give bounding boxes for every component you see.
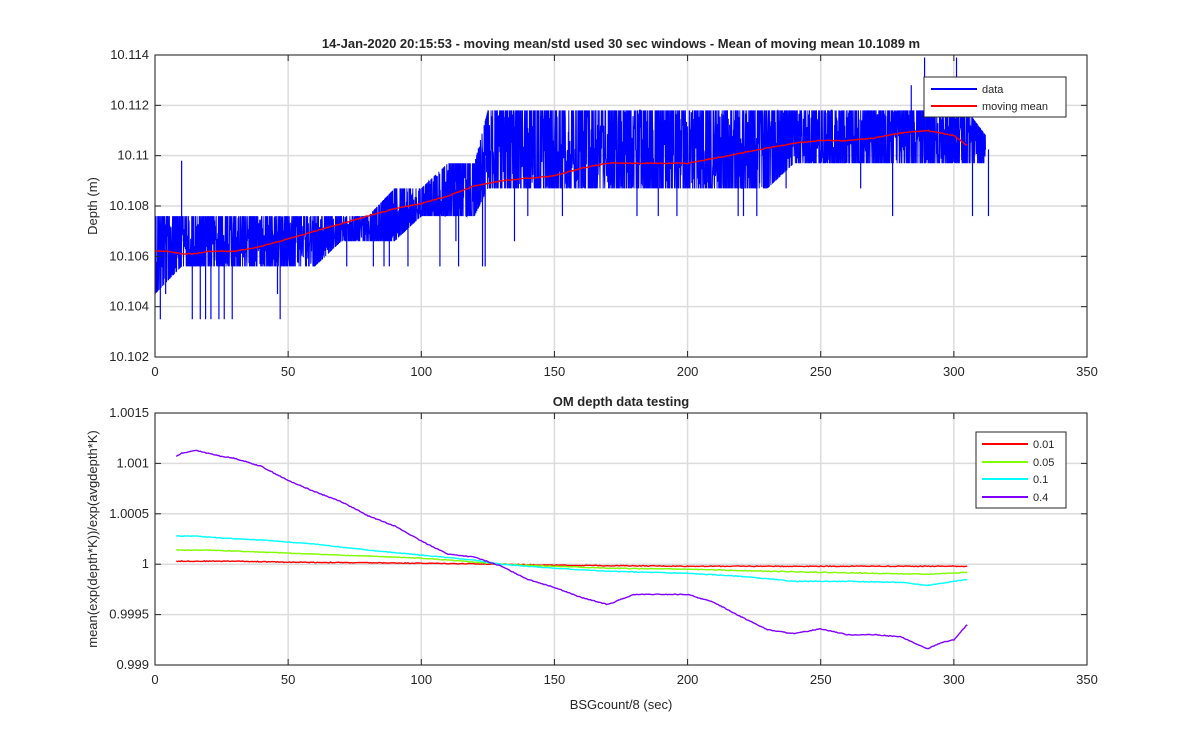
y-tick-label: 10.112 bbox=[110, 97, 149, 112]
y-tick-label: 10.108 bbox=[109, 198, 149, 213]
y-tick-label: 10.11 bbox=[117, 148, 149, 163]
x-tick-label: 300 bbox=[943, 672, 965, 687]
om-y-axis-label: mean(exp(depth*K))/exp(avgdepth*K) bbox=[85, 430, 100, 648]
x-tick-label: 50 bbox=[281, 672, 295, 687]
x-tick-label: 200 bbox=[677, 364, 699, 379]
om-plot-area bbox=[155, 413, 1087, 665]
y-tick-label: 1.001 bbox=[116, 455, 149, 470]
x-tick-label: 200 bbox=[677, 672, 699, 687]
om-legend: 0.01 0.05 0.1 0.4 bbox=[975, 431, 1067, 509]
x-tick-label: 0 bbox=[151, 364, 158, 379]
depth-y-axis-label: Depth (m) bbox=[85, 177, 100, 235]
depth-chart-title: 14-Jan-2020 20:15:53 - moving mean/std u… bbox=[322, 36, 920, 51]
legend-label-0-05: 0.05 bbox=[1033, 457, 1054, 469]
om-test-subplot: 0 50 100 150 200 250 300 350 0.999 0.9995 1 1.0005… bbox=[85, 394, 1098, 712]
x-tick-label: 350 bbox=[1076, 672, 1098, 687]
legend-label-0-4: 0.4 bbox=[1033, 492, 1048, 504]
y-tick-label: 10.106 bbox=[109, 248, 149, 263]
y-tick-label: 1 bbox=[142, 556, 149, 571]
x-tick-label: 250 bbox=[810, 672, 832, 687]
y-tick-label: 10.104 bbox=[109, 299, 149, 314]
y-tick-label: 1.0015 bbox=[109, 405, 149, 420]
legend-label-0-1: 0.1 bbox=[1033, 474, 1048, 486]
x-tick-label: 100 bbox=[410, 672, 432, 687]
depth-subplot: 0 50 100 150 200 250 300 350 10.102 10.104 10.106… bbox=[85, 36, 1098, 379]
y-tick-label: 0.9995 bbox=[109, 607, 149, 622]
y-tick-label: 0.999 bbox=[116, 657, 149, 672]
x-tick-label: 0 bbox=[151, 672, 158, 687]
figure-canvas: 0 50 100 150 200 250 300 350 10.10210.10410.106… bbox=[0, 0, 1200, 750]
legend-label-data: data bbox=[982, 84, 1004, 96]
x-tick-label: 350 bbox=[1076, 364, 1098, 379]
y-tick-label: 1.0005 bbox=[109, 506, 149, 521]
x-tick-label: 150 bbox=[544, 364, 566, 379]
y-tick-label: 10.114 bbox=[110, 47, 149, 62]
x-tick-label: 300 bbox=[943, 364, 965, 379]
depth-legend: data moving mean bbox=[923, 76, 1067, 118]
om-x-axis-label: BSGcount/8 (sec) bbox=[570, 697, 673, 712]
y-tick-label: 10.102 bbox=[109, 349, 149, 364]
x-tick-label: 250 bbox=[810, 364, 832, 379]
legend-label-0-01: 0.01 bbox=[1033, 439, 1054, 451]
x-tick-label: 150 bbox=[544, 672, 566, 687]
x-tick-label: 100 bbox=[410, 364, 432, 379]
legend-label-moving-mean: moving mean bbox=[982, 101, 1048, 113]
x-tick-label: 50 bbox=[281, 364, 295, 379]
om-chart-title: OM depth data testing bbox=[553, 394, 690, 409]
